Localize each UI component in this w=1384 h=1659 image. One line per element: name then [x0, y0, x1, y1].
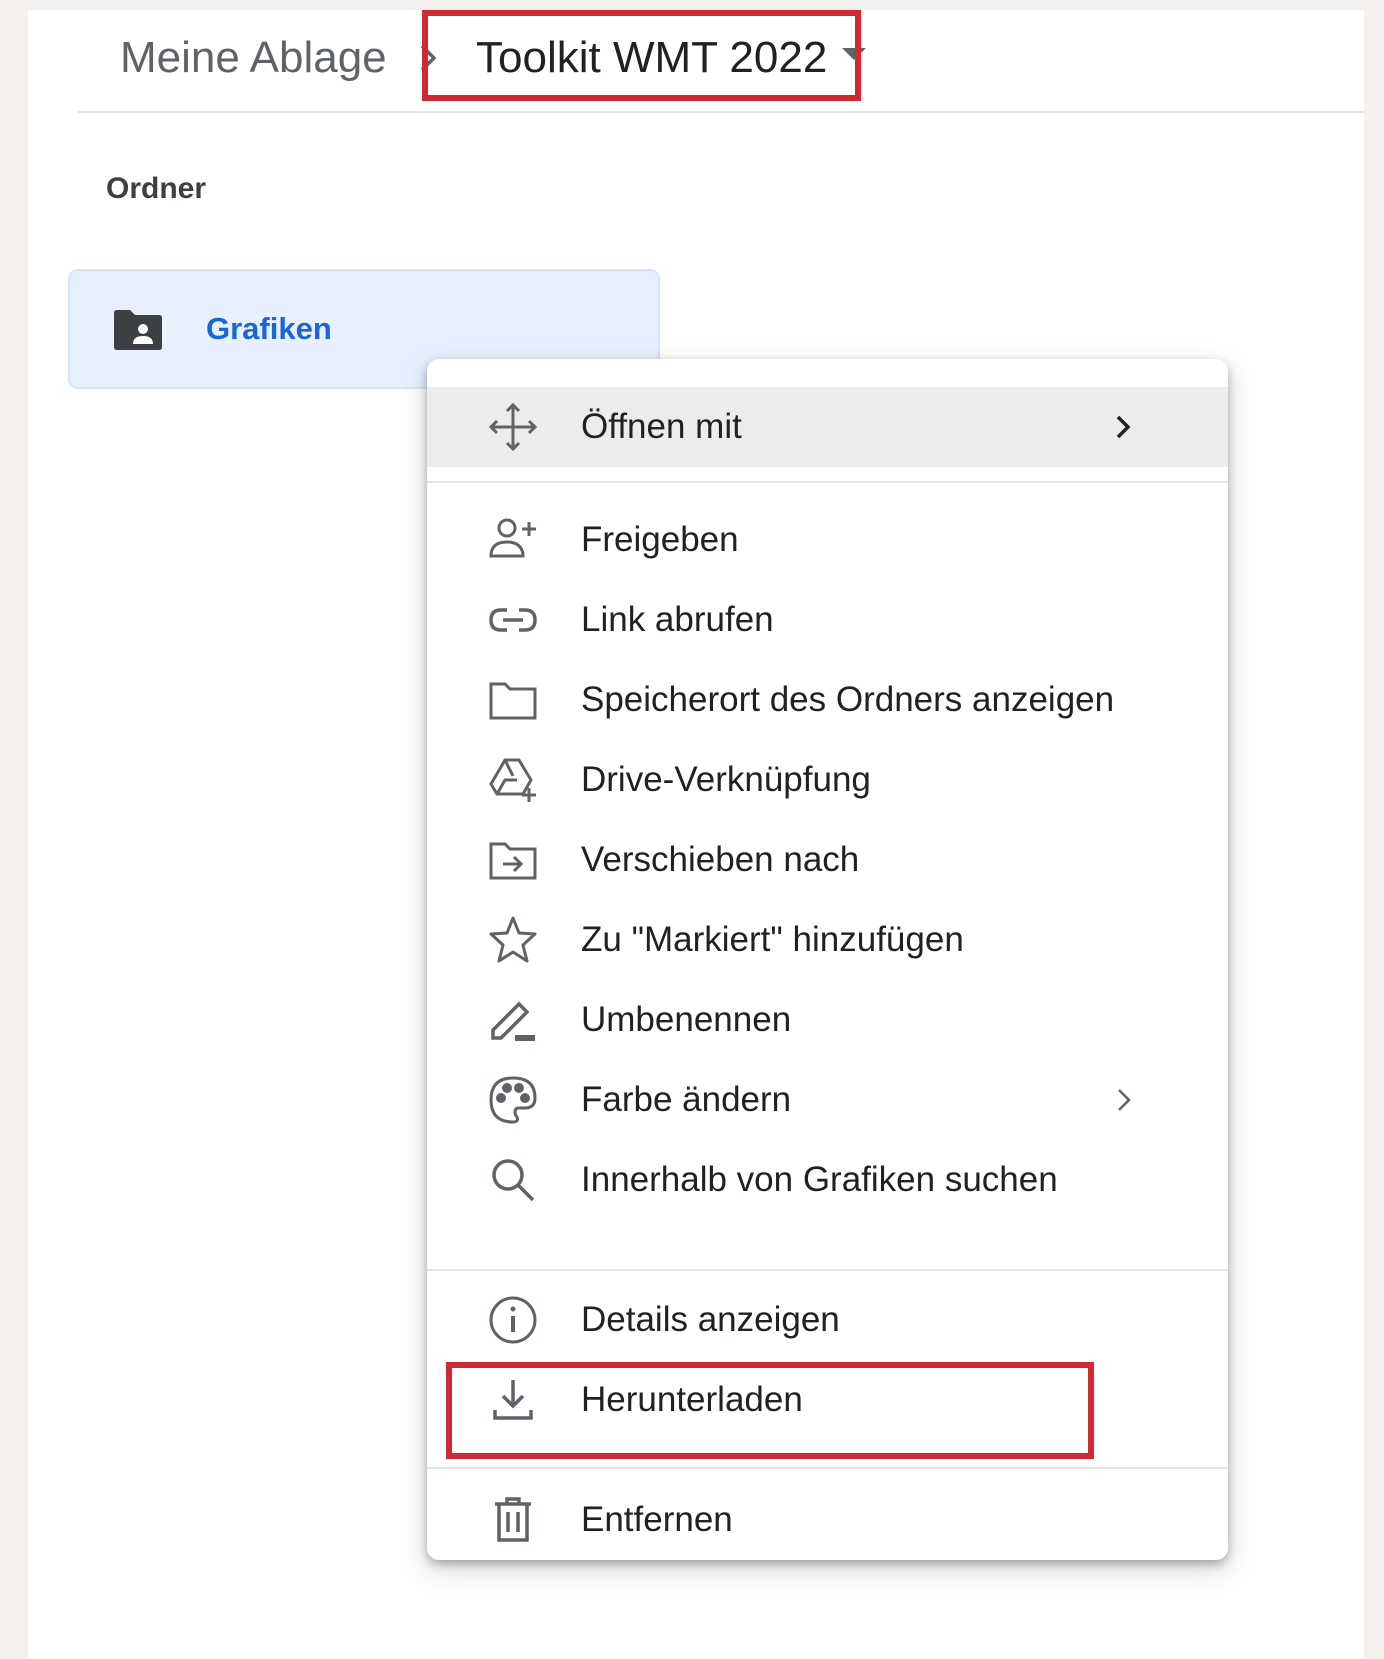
- menu-item-remove[interactable]: Entfernen: [427, 1480, 1228, 1560]
- chevron-right-icon: [1107, 411, 1139, 443]
- add-person-icon: [487, 514, 539, 566]
- chevron-right-icon: [408, 38, 448, 78]
- menu-item-change-color[interactable]: Farbe ändern: [427, 1060, 1228, 1140]
- menu-item-label: Speicherort des Ordners anzeigen: [581, 680, 1115, 719]
- shared-folder-icon: [112, 309, 164, 351]
- menu-divider: [427, 1467, 1228, 1469]
- breadcrumb: Meine Ablage Toolkit WMT 2022: [78, 10, 1364, 113]
- trash-icon: [487, 1494, 539, 1546]
- menu-item-label: Herunterladen: [581, 1380, 803, 1419]
- menu-item-move-to[interactable]: Verschieben nach: [427, 820, 1228, 900]
- menu-item-drive-shortcut[interactable]: Drive-Verknüpfung: [427, 740, 1228, 820]
- star-outline-icon: [487, 914, 539, 966]
- chevron-right-icon: [1107, 1084, 1139, 1116]
- menu-item-label: Umbenennen: [581, 1000, 792, 1039]
- menu-item-view-details[interactable]: Details anzeigen: [427, 1280, 1228, 1360]
- menu-item-label: Link abrufen: [581, 600, 774, 639]
- info-icon: [487, 1294, 539, 1346]
- palette-icon: [487, 1074, 539, 1126]
- menu-item-rename[interactable]: Umbenennen: [427, 980, 1228, 1060]
- section-label: Ordner: [106, 172, 207, 205]
- menu-item-search-within[interactable]: Innerhalb von Grafiken suchen: [427, 1140, 1228, 1220]
- move-arrows-icon: [487, 401, 539, 453]
- menu-item-open-with[interactable]: Öffnen mit: [427, 387, 1228, 467]
- menu-item-show-location[interactable]: Speicherort des Ordners anzeigen: [427, 660, 1228, 740]
- folder-outline-icon: [487, 674, 539, 726]
- link-icon: [487, 594, 539, 646]
- menu-divider: [427, 1269, 1228, 1271]
- folder-move-icon: [487, 834, 539, 886]
- menu-item-label: Drive-Verknüpfung: [581, 760, 871, 799]
- menu-item-add-starred[interactable]: Zu "Markiert" hinzufügen: [427, 900, 1228, 980]
- menu-item-share[interactable]: Freigeben: [427, 500, 1228, 580]
- menu-item-label: Verschieben nach: [581, 840, 860, 879]
- dropdown-caret-icon[interactable]: [842, 48, 866, 60]
- menu-item-get-link[interactable]: Link abrufen: [427, 580, 1228, 660]
- menu-item-label: Zu "Markiert" hinzufügen: [581, 920, 964, 959]
- context-menu: Öffnen mit Freigeben Link abrufen Speich…: [427, 359, 1228, 1560]
- download-icon: [487, 1374, 539, 1426]
- folder-name: Grafiken: [206, 311, 332, 346]
- menu-item-label: Freigeben: [581, 520, 739, 559]
- menu-item-label: Entfernen: [581, 1500, 733, 1539]
- search-icon: [487, 1154, 539, 1206]
- drive-shortcut-icon: [487, 754, 539, 806]
- menu-item-download[interactable]: Herunterladen: [427, 1360, 1228, 1440]
- menu-item-label: Farbe ändern: [581, 1080, 792, 1119]
- menu-item-label: Details anzeigen: [581, 1300, 840, 1339]
- pencil-icon: [487, 994, 539, 1046]
- menu-item-label: Öffnen mit: [581, 407, 742, 446]
- breadcrumb-root[interactable]: Meine Ablage: [120, 30, 387, 86]
- breadcrumb-current-folder[interactable]: Toolkit WMT 2022: [476, 30, 827, 86]
- menu-divider: [427, 481, 1228, 483]
- menu-item-label: Innerhalb von Grafiken suchen: [581, 1160, 1058, 1199]
